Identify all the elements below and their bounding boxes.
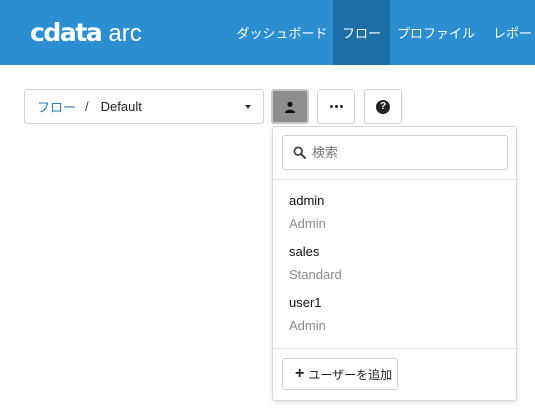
breadcrumb-current: Default <box>100 99 142 114</box>
nav-flow[interactable]: フロー <box>333 0 390 65</box>
user-role: Admin <box>289 318 326 333</box>
nav-dashboard[interactable]: ダッシュボード <box>232 0 332 65</box>
user-name: user1 <box>289 295 322 310</box>
add-user-button[interactable]: + ユーザーを追加 <box>282 358 398 390</box>
user-list-item[interactable]: user1 Admin <box>273 291 516 342</box>
user-list-item[interactable]: admin Admin <box>273 189 516 240</box>
workspace-breadcrumb-select[interactable]: フロー / Default <box>24 89 264 124</box>
user-name: sales <box>289 244 320 259</box>
ellipsis-icon <box>329 105 343 108</box>
logo-main-text: cdata <box>30 18 103 47</box>
add-user-label: ユーザーを追加 <box>308 367 393 382</box>
top-navbar: cdata arc ダッシュボード フロー プロファイル レポート <box>0 0 535 65</box>
user-role: Admin <box>289 216 326 231</box>
user-role: Standard <box>289 267 342 282</box>
panel-divider <box>273 179 516 180</box>
panel-divider <box>273 348 516 349</box>
user-icon <box>284 101 296 113</box>
caret-down-icon <box>245 105 251 109</box>
users-button[interactable] <box>271 89 309 124</box>
plus-icon: + <box>295 365 305 382</box>
nav-report[interactable]: レポート <box>482 0 535 65</box>
help-icon: ? <box>376 99 390 114</box>
user-search-box[interactable] <box>282 135 508 170</box>
more-options-button[interactable] <box>317 89 355 124</box>
search-icon <box>293 146 306 159</box>
help-button[interactable]: ? <box>364 89 402 124</box>
user-list: admin Admin sales Standard user1 Admin <box>273 189 516 342</box>
breadcrumb-root-link[interactable]: フロー <box>37 97 76 116</box>
user-list-item[interactable]: sales Standard <box>273 240 516 291</box>
user-name: admin <box>289 193 325 208</box>
nav-profile[interactable]: プロファイル <box>390 0 482 65</box>
app-logo[interactable]: cdata arc <box>30 18 142 48</box>
breadcrumb-separator: / <box>85 99 89 114</box>
user-dropdown-panel: admin Admin sales Standard user1 Admin +… <box>272 126 517 401</box>
user-search-input[interactable] <box>312 145 492 160</box>
logo-sub-text: arc <box>108 20 142 47</box>
